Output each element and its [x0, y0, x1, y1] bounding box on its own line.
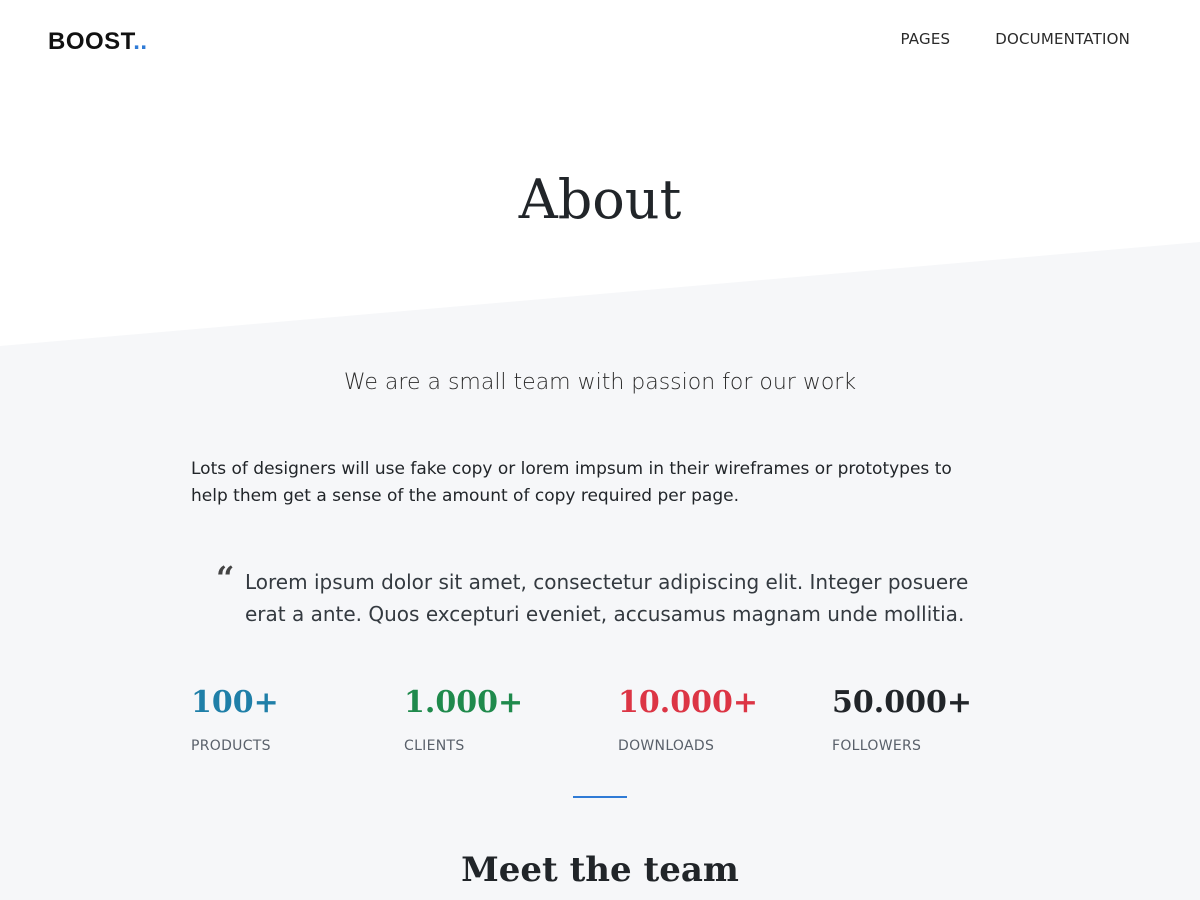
- stat-followers: 50.000+ FOLLOWERS: [832, 684, 1042, 754]
- navbar: BOOST.. PAGES DOCUMENTATION: [0, 0, 1200, 82]
- brand-dots: ..: [133, 28, 148, 55]
- stat-label: CLIENTS: [404, 738, 465, 754]
- page-title: About: [518, 168, 682, 231]
- quote-icon: “: [216, 559, 235, 597]
- stats-row: 100+ PRODUCTS 1.000+ CLIENTS 10.000+ DOW…: [191, 684, 1051, 764]
- brand-logo[interactable]: BOOST..: [48, 28, 148, 56]
- stat-label: PRODUCTS: [191, 738, 271, 754]
- nav-link-documentation[interactable]: DOCUMENTATION: [995, 30, 1130, 48]
- section-divider: [573, 796, 627, 798]
- stat-value: 1.000+: [404, 685, 524, 720]
- stat-value: 100+: [191, 685, 279, 720]
- nav-links: PAGES DOCUMENTATION: [901, 30, 1130, 48]
- team-section-title: Meet the team: [461, 850, 739, 890]
- stat-label: DOWNLOADS: [618, 738, 715, 754]
- stat-label: FOLLOWERS: [832, 738, 922, 754]
- body-paragraph: Lots of designers will use fake copy or …: [191, 459, 952, 506]
- stat-downloads: 10.000+ DOWNLOADS: [618, 684, 828, 754]
- slanted-section-background: [0, 242, 1200, 900]
- stat-value: 10.000+: [618, 685, 758, 720]
- nav-link-pages[interactable]: PAGES: [901, 30, 951, 48]
- about-page: BOOST.. PAGES DOCUMENTATION About We are…: [0, 0, 1200, 900]
- brand-name: BOOST: [48, 28, 134, 55]
- stat-clients: 1.000+ CLIENTS: [404, 684, 614, 754]
- stat-products: 100+ PRODUCTS: [191, 684, 401, 754]
- quote-text: Lorem ipsum dolor sit amet, consectetur …: [245, 570, 969, 626]
- lead-text: We are a small team with passion for our…: [343, 370, 857, 395]
- stat-value: 50.000+: [832, 685, 972, 720]
